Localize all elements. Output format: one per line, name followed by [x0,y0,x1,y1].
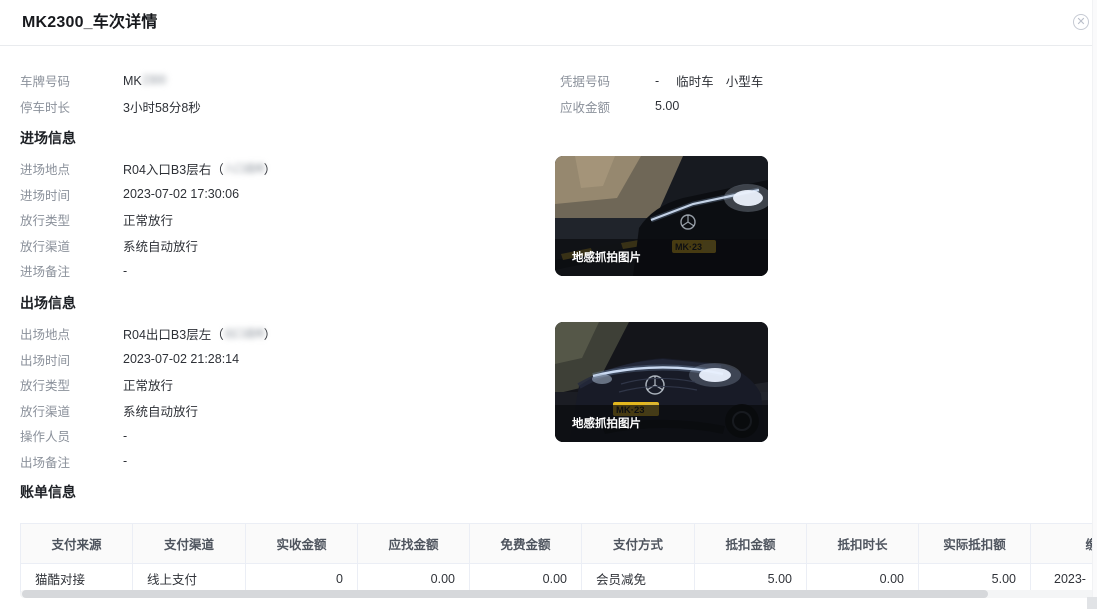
col-header-pay-source: 支付来源 [21,524,133,564]
field-label: 停车时长 [20,97,123,116]
exit-section-heading: 出场信息 [20,291,276,321]
field-label: 凭据号码 [560,71,655,90]
bill-info-section: 账单信息 [20,480,76,510]
bill-table-viewport: 支付来源 支付渠道 实收金额 应找金额 免费金额 支付方式 抵扣金额 抵扣时长 … [20,523,1097,594]
car-type-tag-small: 小型车 [726,71,764,90]
exit-capture-photo[interactable]: MK·23 地感抓拍图片 [555,322,768,442]
col-header-deduct-time: 抵扣时长 [807,524,919,564]
field-entry-remark: 进场备注 - [20,258,276,284]
field-operator: 操作人员 - [20,423,276,449]
field-label: 应收金额 [560,97,655,116]
redacted-text: 出口道闸 [224,325,264,341]
col-header-pay-time: 缴费时间 [1031,524,1097,564]
col-header-actual-deduct: 实际抵扣额 [919,524,1031,564]
exit-info-section: 出场信息 出场地点 R04出口B3层左（出口道闸） 出场时间 2023-07-0… [20,291,276,474]
field-value: - 临时车 小型车 [655,71,763,90]
entry-section-heading: 进场信息 [20,126,276,156]
summary-left: 车牌号码 MK2300 停车时长 3小时58分8秒 [20,68,201,119]
close-icon[interactable]: ✕ [1073,14,1089,30]
col-header-pay-method: 支付方式 [582,524,695,564]
field-value: 3小时58分8秒 [123,97,201,116]
bill-table: 支付来源 支付渠道 实收金额 应找金额 免费金额 支付方式 抵扣金额 抵扣时长 … [20,523,1097,594]
field-entry-release-channel: 放行渠道 系统自动放行 [20,233,276,259]
vertical-scrollbar-track[interactable] [1092,0,1097,609]
field-plate-number: 车牌号码 MK2300 [20,68,201,94]
field-voucher-number: 凭据号码 - 临时车 小型车 [560,68,763,94]
entry-info-section: 进场信息 进场地点 R04入口B3层右（入口道闸） 进场时间 2023-07-0… [20,126,276,284]
car-type-tag-temporary: 临时车 [676,71,714,90]
photo-caption: 地感抓拍图片 [572,416,641,430]
field-value: MK2300 [123,74,166,88]
field-exit-time: 出场时间 2023-07-02 21:28:14 [20,347,276,373]
horizontal-scrollbar-track[interactable] [20,590,1097,598]
photo-caption: 地感抓拍图片 [572,250,641,264]
redacted-text: 2300 [142,73,166,87]
col-header-free-amount: 免费金额 [470,524,582,564]
field-entry-location: 进场地点 R04入口B3层右（入口道闸） [20,156,276,182]
modal-header: MK2300_车次详情 [0,0,1097,46]
exit-capture-image: MK·23 地感抓拍图片 [555,322,768,442]
horizontal-scrollbar-thumb[interactable] [22,590,988,598]
field-entry-release-type: 放行类型 正常放行 [20,207,276,233]
col-header-deduct-amount: 抵扣金额 [695,524,807,564]
vehicle-detail-modal: MK2300_车次详情 ✕ 车牌号码 MK2300 停车时长 3小时58分8秒 … [0,0,1097,609]
field-entry-time: 进场时间 2023-07-02 17:30:06 [20,182,276,208]
summary-right: 凭据号码 - 临时车 小型车 应收金额 5.00 [560,68,763,119]
field-exit-release-type: 放行类型 正常放行 [20,372,276,398]
field-exit-release-channel: 放行渠道 系统自动放行 [20,398,276,424]
bill-section-heading: 账单信息 [20,480,76,510]
entry-capture-photo[interactable]: MK·23 地感抓拍图片 [555,156,768,276]
col-header-received: 实收金额 [246,524,358,564]
modal-title: MK2300_车次详情 [22,0,158,46]
col-header-change-due: 应找金额 [358,524,470,564]
entry-capture-image: MK·23 地感抓拍图片 [555,156,768,276]
field-receivable-amount: 应收金额 5.00 [560,94,763,120]
col-header-pay-channel: 支付渠道 [133,524,246,564]
field-exit-remark: 出场备注 - [20,449,276,475]
field-label: 车牌号码 [20,71,123,90]
field-exit-location: 出场地点 R04出口B3层左（出口道闸） [20,321,276,347]
scrollbar-corner [1087,597,1097,609]
redacted-text: 入口道闸 [224,160,264,176]
field-value: 5.00 [655,99,679,113]
field-parking-duration: 停车时长 3小时58分8秒 [20,94,201,120]
